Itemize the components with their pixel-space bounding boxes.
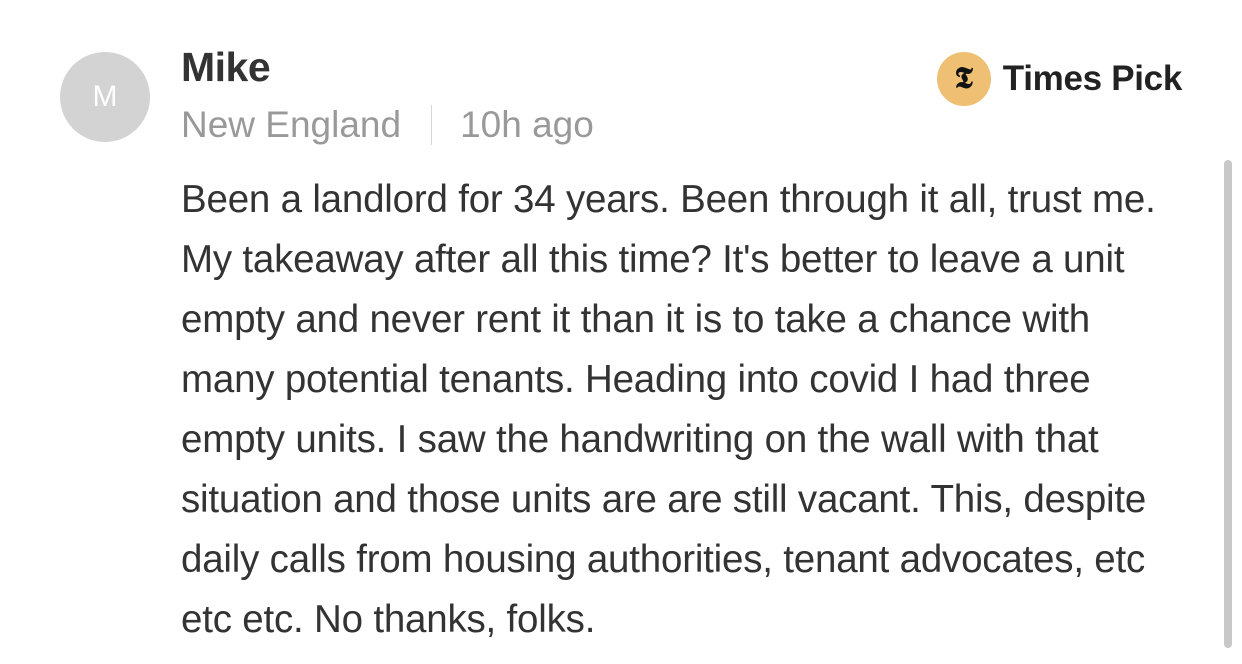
author-name[interactable]: Mike xyxy=(181,44,271,91)
nyt-logo-glyph: 𝕿 xyxy=(954,61,973,96)
comment-meta: New England 10h ago xyxy=(181,104,594,146)
avatar-initial: M xyxy=(92,80,118,113)
times-pick-label: Times Pick xyxy=(1002,59,1183,98)
scrollbar[interactable] xyxy=(1224,160,1232,648)
author-location: New England xyxy=(181,104,402,145)
comment-card: M Mike New England 10h ago 𝕿 Times Pick … xyxy=(0,0,1242,664)
meta-divider xyxy=(431,105,433,145)
nyt-logo-icon: 𝕿 xyxy=(936,52,991,106)
comment-timestamp: 10h ago xyxy=(460,104,594,145)
comment-body: Been a landlord for 34 years. Been throu… xyxy=(181,178,1156,641)
avatar[interactable]: M xyxy=(60,52,150,142)
times-pick-badge: 𝕿 Times Pick xyxy=(936,52,1183,106)
